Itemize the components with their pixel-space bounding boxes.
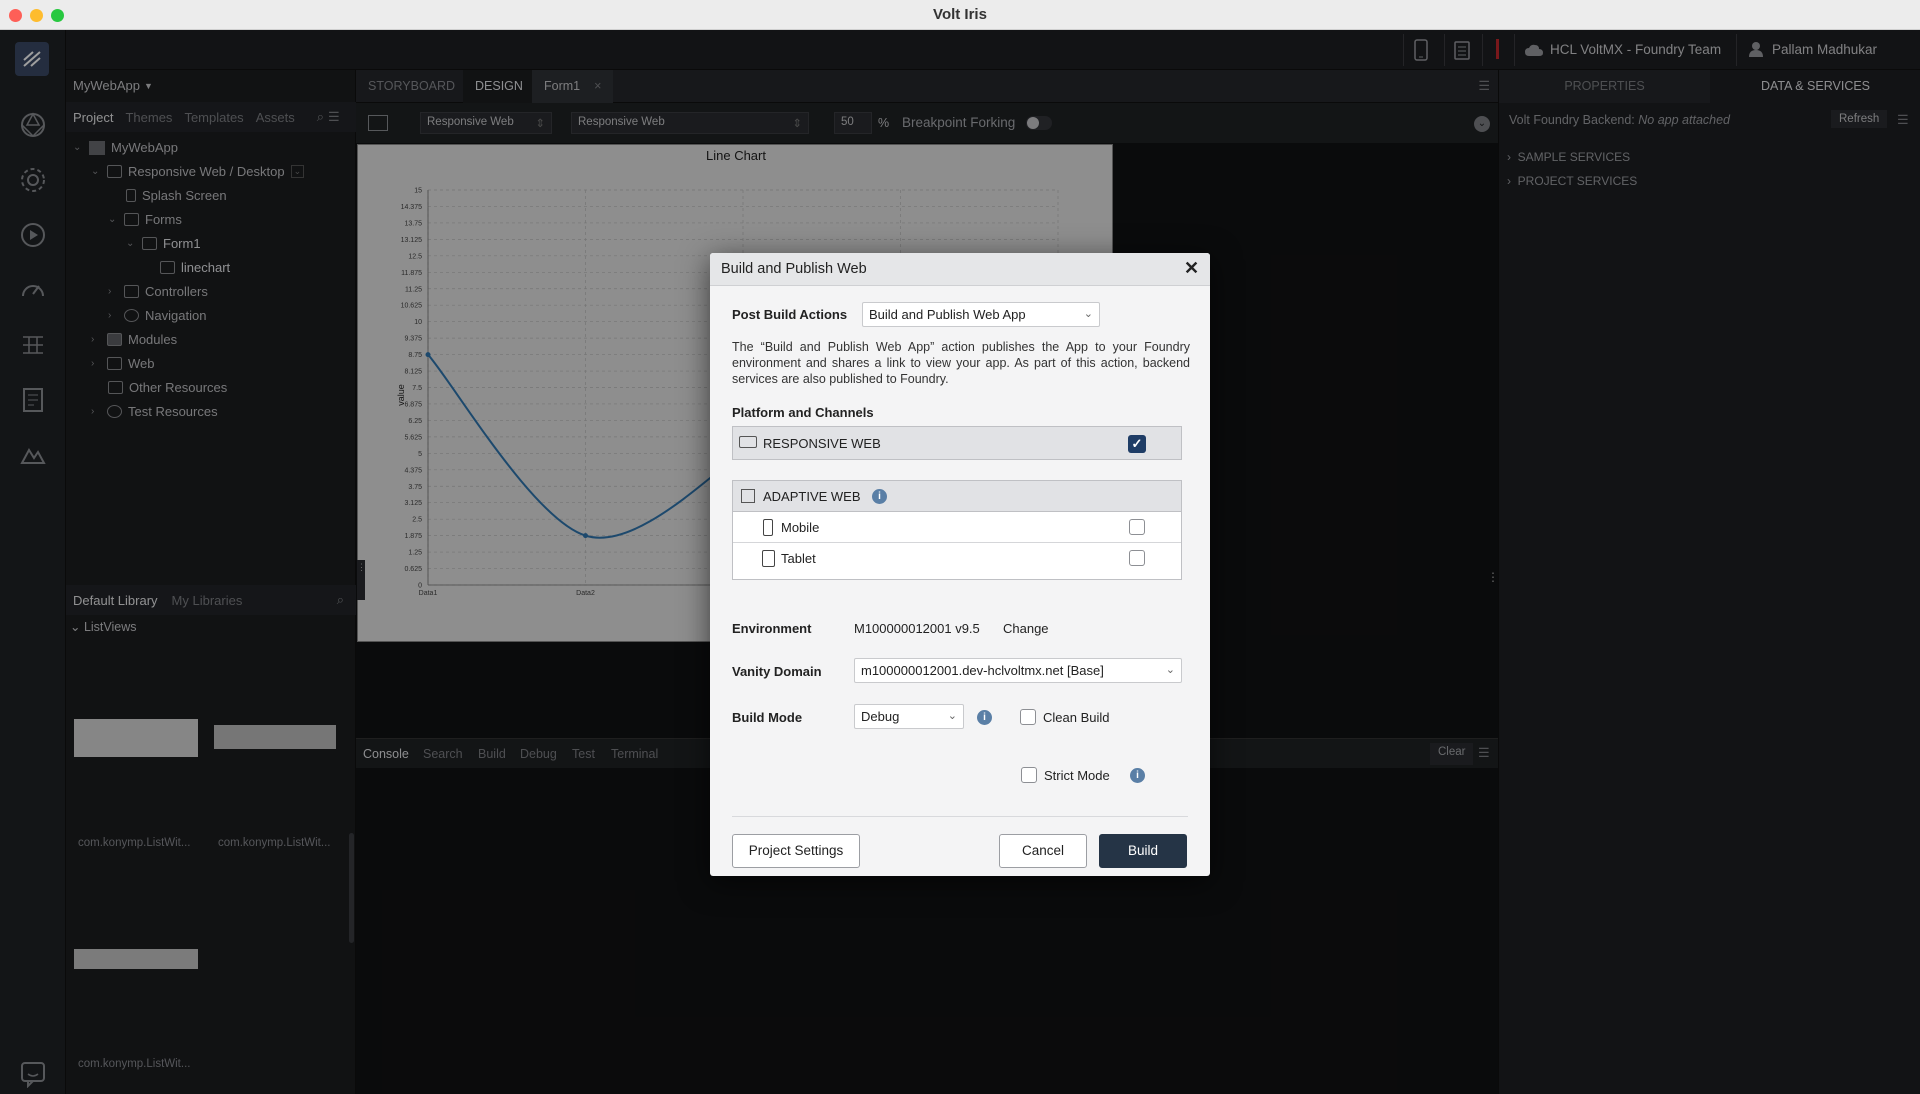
adaptive-web-group: ADAPTIVE WEB i Mobile Tablet [732,480,1182,580]
dialog-description: The “Build and Publish Web App” action p… [732,340,1190,386]
cancel-button[interactable]: Cancel [999,834,1087,868]
vanity-domain-label: Vanity Domain [732,664,822,679]
project-settings-button[interactable]: Project Settings [732,834,860,868]
info-icon[interactable]: i [872,489,887,504]
strict-mode-checkbox[interactable] [1021,767,1037,783]
dialog-header: Build and Publish Web ✕ [710,253,1210,286]
build-mode-label: Build Mode [732,710,803,725]
dialog-title: Build and Publish Web [721,261,867,277]
change-environment-link[interactable]: Change [1003,621,1049,636]
chevron-down-icon: ⌄ [1165,664,1175,676]
build-mode-select[interactable]: Debug ⌄ [854,704,964,729]
post-build-label: Post Build Actions [732,307,848,322]
info-icon[interactable]: i [977,710,992,725]
chevron-down-icon: ⌄ [1083,308,1093,320]
responsive-web-checkbox[interactable]: ✓ [1128,435,1146,453]
tablet-checkbox[interactable] [1129,550,1145,566]
info-icon[interactable]: i [1130,768,1145,783]
window-titlebar: Volt Iris [0,0,1920,30]
mobile-checkbox[interactable] [1129,519,1145,535]
clean-build-label: Clean Build [1043,710,1110,725]
build-publish-dialog: Build and Publish Web ✕ Post Build Actio… [710,253,1210,876]
divider [732,816,1188,817]
adaptive-layout-icon [741,489,755,503]
build-button[interactable]: Build [1099,834,1187,868]
adaptive-web-header[interactable]: ADAPTIVE WEB i [733,481,1181,512]
environment-value: M100000012001 v9.5 [854,621,980,636]
responsive-web-row[interactable]: RESPONSIVE WEB ✓ [732,426,1182,460]
strict-mode-label: Strict Mode [1044,768,1110,783]
platform-channels-label: Platform and Channels [732,405,874,420]
chevron-down-icon: ⌄ [947,710,957,722]
close-icon[interactable]: ✕ [1184,258,1199,279]
environment-label: Environment [732,621,812,636]
mobile-row[interactable]: Mobile [733,513,1181,543]
vanity-domain-select[interactable]: m100000012001.dev-hclvoltmx.net [Base] ⌄ [854,658,1182,683]
mobile-icon [763,519,773,536]
window-title: Volt Iris [933,6,987,23]
post-build-select[interactable]: Build and Publish Web App ⌄ [862,302,1100,327]
tablet-icon [762,550,775,567]
clean-build-checkbox[interactable] [1020,709,1036,725]
tablet-row[interactable]: Tablet [733,544,1181,574]
responsive-device-icon [739,436,757,448]
